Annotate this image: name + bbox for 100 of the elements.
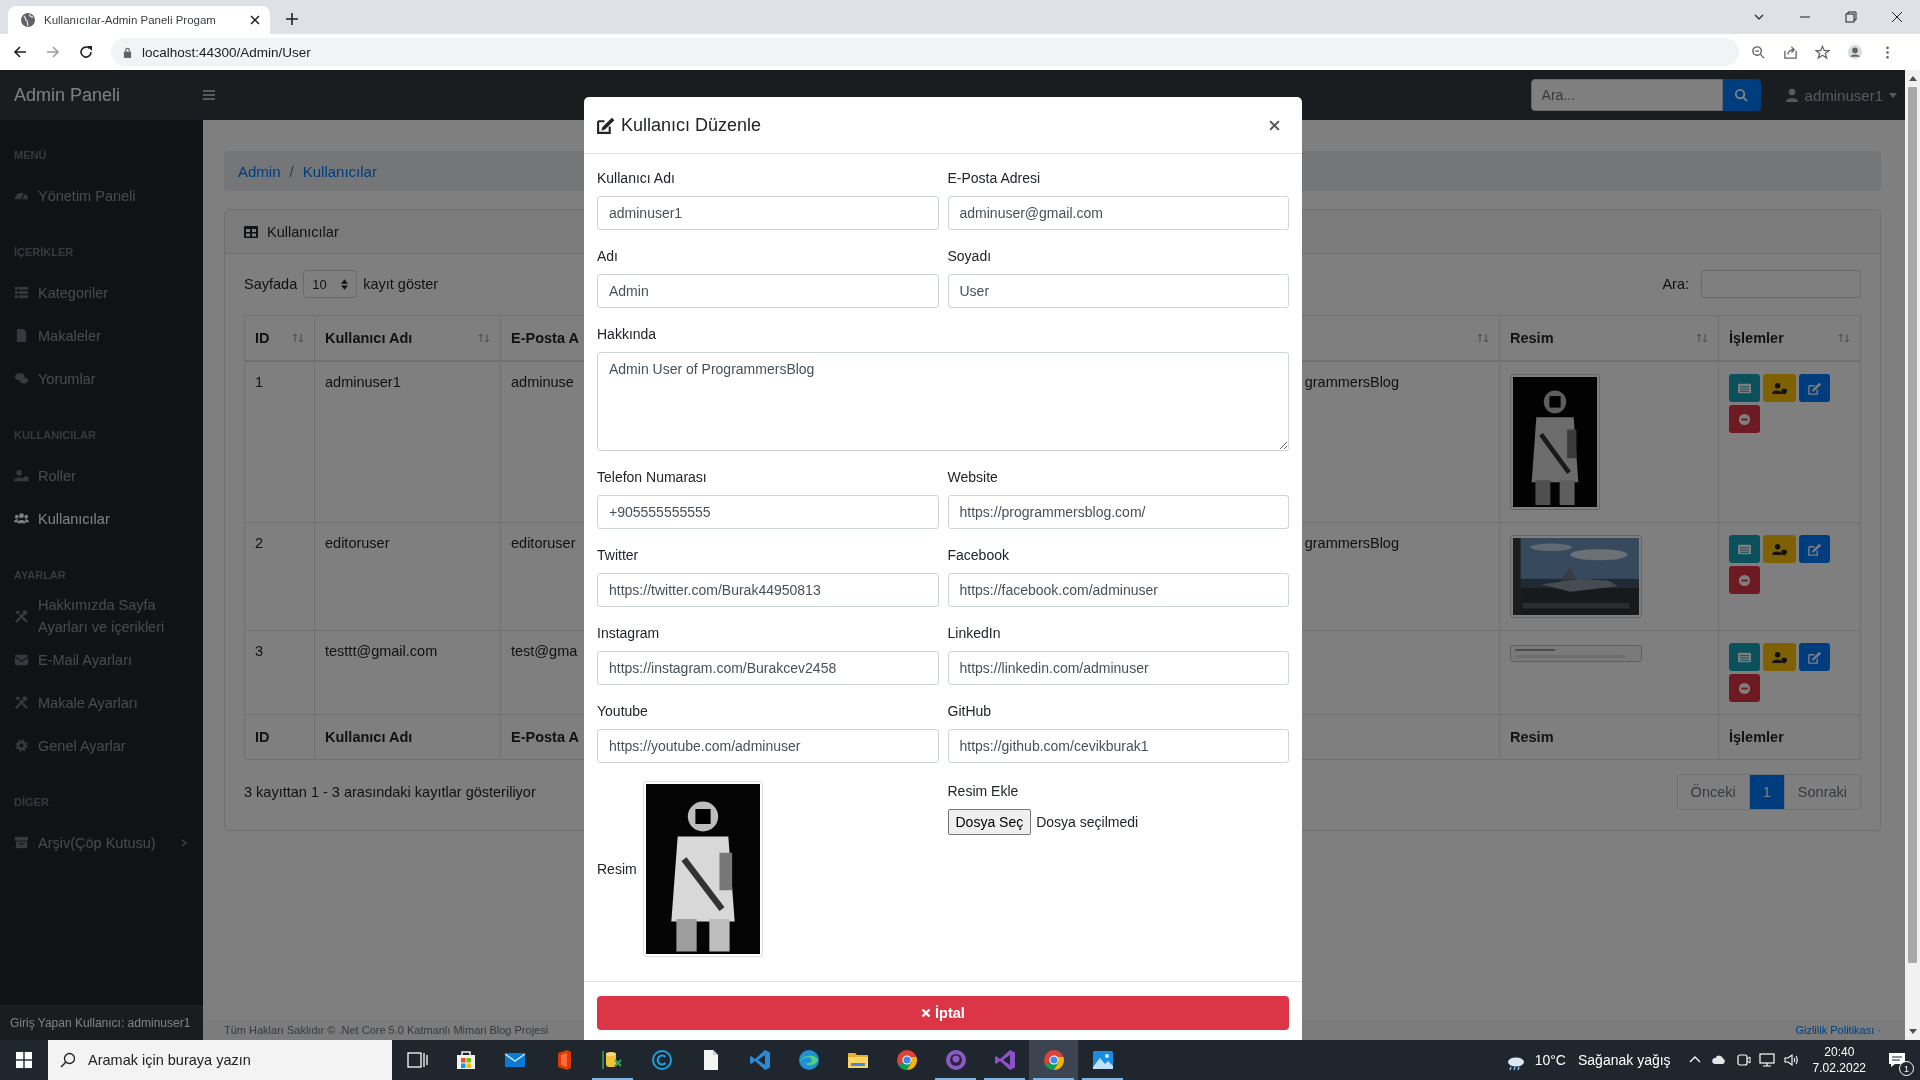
search-field[interactable]: Ara... <box>1530 79 1723 111</box>
length-label: kayıt göster <box>363 276 439 292</box>
user-badge-icon <box>14 468 29 483</box>
edit-button[interactable] <box>1799 643 1830 671</box>
up-arrow-icon[interactable] <box>1908 76 1917 81</box>
page-length-select[interactable]: 10 <box>303 270 358 298</box>
volume-icon[interactable] <box>1782 1052 1799 1068</box>
user-shield-icon <box>1772 542 1787 556</box>
field-label: Resim Ekle <box>947 783 1020 800</box>
forward-arrow-icon[interactable] <box>45 44 61 60</box>
ribbon-logo-icon <box>992 1048 1017 1072</box>
column-header[interactable]: İşlemler <box>1719 316 1860 360</box>
brand-title[interactable]: Admin Paneli <box>0 84 200 106</box>
page-link[interactable]: Önceki <box>1677 775 1749 809</box>
field-label: Facebook <box>947 547 1010 564</box>
down-arrow-icon[interactable] <box>1908 1029 1917 1034</box>
notification-icon[interactable] <box>1887 1050 1907 1070</box>
browser-tab[interactable]: Kullanıcılar-Admin Paneli Progam <box>8 6 270 34</box>
code-editor-icon <box>747 1048 772 1072</box>
menu-icon[interactable] <box>202 89 216 101</box>
column-footer: Resim <box>1500 715 1719 759</box>
weather-temperature[interactable]: 10°C <box>1534 1052 1566 1068</box>
input-field[interactable]: https://instagram.com/Burakcev2458 <box>597 651 939 685</box>
address-bar[interactable]: localhost:44300/Admin/User <box>111 38 1739 66</box>
roles-button[interactable] <box>1763 374 1796 402</box>
sidebar-item[interactable]: Kullanıcılar <box>0 497 203 540</box>
archive-box-icon <box>14 835 29 850</box>
field-label: Hakkında <box>597 326 658 343</box>
table-info: 3 kayıttan 1 - 3 arasındaki kayıtlar gösteriliyor <box>244 784 536 800</box>
user-menu[interactable]: adminuser1 <box>1784 86 1897 104</box>
input-field[interactable]: Admin <box>597 274 939 308</box>
edit-icon <box>1807 542 1822 556</box>
close-icon[interactable] <box>1891 11 1903 23</box>
input-field[interactable]: https://linkedin.com/adminuser <box>947 651 1289 685</box>
delete-button[interactable] <box>1729 566 1760 594</box>
edit-button[interactable] <box>1799 535 1830 563</box>
search-label: Ara: <box>1662 276 1689 292</box>
star-icon[interactable] <box>1815 44 1830 60</box>
table-cell: testtt@gmail.com <box>315 631 501 714</box>
edit-button[interactable] <box>1799 374 1830 402</box>
page-link[interactable]: Sonraki <box>1783 775 1860 809</box>
plus-icon[interactable] <box>285 12 299 26</box>
close-icon[interactable] <box>1269 119 1280 131</box>
roles-button[interactable] <box>1763 535 1796 563</box>
input-field[interactable]: +905555555555 <box>597 495 939 529</box>
input-field[interactable]: https://youtube.com/adminuser <box>597 729 939 763</box>
start-icon[interactable] <box>16 1052 32 1068</box>
search-icon <box>1734 87 1750 103</box>
zoom-icon[interactable] <box>1751 44 1766 60</box>
share-icon[interactable] <box>1783 44 1798 60</box>
settings-icon <box>14 738 29 753</box>
column-header[interactable]: Kullanıcı Adı <box>315 316 501 360</box>
input-field[interactable]: https://programmersblog.com/ <box>947 495 1289 529</box>
field-label: Resim <box>597 860 637 878</box>
network-icon[interactable] <box>1758 1052 1775 1068</box>
field-label: Instagram <box>597 625 661 642</box>
input-field[interactable]: adminuser1 <box>597 196 939 230</box>
table-cell: grammersBlog <box>1304 374 1399 390</box>
scrollbar[interactable] <box>1905 70 1920 1040</box>
input-field[interactable]: https://twitter.com/Burak44950813 <box>597 573 939 607</box>
back-arrow-icon[interactable] <box>12 44 28 60</box>
search-field[interactable] <box>1701 270 1861 298</box>
reload-icon[interactable] <box>78 44 94 60</box>
globe-icon <box>20 12 36 28</box>
input-field[interactable]: https://github.com/cevikburak1 <box>947 729 1289 763</box>
minus-circle-icon <box>1737 681 1752 695</box>
input-field[interactable]: https://facebook.com/adminuser <box>947 573 1289 607</box>
cancel-button[interactable]: İptal <box>597 996 1289 1030</box>
page-link[interactable]: 1 <box>1748 775 1784 809</box>
wave-browser-icon <box>796 1048 821 1072</box>
weather-condition[interactable]: Sağanak yağış <box>1578 1052 1671 1068</box>
text-area[interactable]: Admin User of ProgrammersBlog <box>597 352 1289 451</box>
delete-button[interactable] <box>1729 674 1760 702</box>
minus-circle-icon <box>1737 573 1752 587</box>
input-field[interactable]: adminuser@gmail.com <box>947 196 1289 230</box>
envelope-icon <box>14 652 29 667</box>
search-icon <box>60 1052 76 1068</box>
restore-icon[interactable] <box>1845 11 1857 23</box>
speech-bubbles-icon <box>14 371 29 386</box>
clock[interactable]: 20:40 7.02.2022 <box>1812 1044 1866 1076</box>
field-label: Kullanıcı Adı <box>597 170 676 187</box>
input-field[interactable]: User <box>947 274 1289 308</box>
table-cell: 2 <box>245 523 315 630</box>
file-icon <box>14 328 29 343</box>
privacy-link[interactable]: Gizlilik Politikası · <box>1795 1024 1881 1036</box>
roles-button[interactable] <box>1763 643 1796 671</box>
user-shield-icon <box>1772 381 1787 395</box>
camera-icon[interactable] <box>1734 1052 1751 1068</box>
choose-file-button[interactable]: Dosya Seç <box>947 809 1032 835</box>
close-icon[interactable] <box>250 15 260 25</box>
column-header[interactable]: Resim <box>1500 316 1719 360</box>
column-header[interactable]: ID <box>245 316 315 360</box>
delete-button[interactable] <box>1729 405 1760 433</box>
caret-icon <box>1889 92 1897 98</box>
field-label: Telefon Numarası <box>597 469 708 486</box>
field-label: Soyadı <box>947 248 993 265</box>
taskbar-search-field[interactable]: Aramak için buraya yazın <box>48 1040 392 1080</box>
length-label: Sayfada <box>244 276 298 292</box>
profile-icon[interactable] <box>1847 44 1863 60</box>
search-button[interactable] <box>1722 79 1761 111</box>
